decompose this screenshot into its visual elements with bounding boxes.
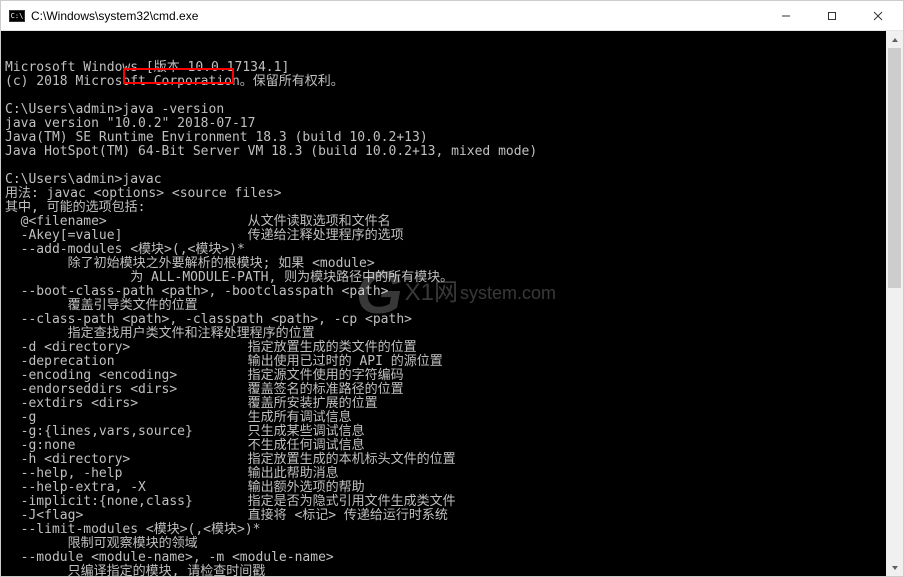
terminal-line: -J<flag> 直接将 <标记> 传递给运行时系统 — [5, 509, 882, 523]
terminal-line: Microsoft Windows [版本 10.0.17134.1] — [5, 61, 882, 75]
scroll-down-button[interactable] — [886, 559, 903, 576]
scroll-up-button[interactable] — [886, 31, 903, 48]
terminal-line: --module <module-name>, -m <module-name> — [5, 551, 882, 565]
terminal-line: -deprecation 输出使用已过时的 API 的源位置 — [5, 355, 882, 369]
terminal-line: @<filename> 从文件读取选项和文件名 — [5, 215, 882, 229]
terminal-line: 其中, 可能的选项包括: — [5, 201, 882, 215]
terminal-line: --help, -help 输出此帮助消息 — [5, 467, 882, 481]
terminal-line: 除了初始模块之外要解析的根模块; 如果 <module> — [5, 257, 882, 271]
terminal-line: 覆盖引导类文件的位置 — [5, 299, 882, 313]
terminal-output[interactable]: Microsoft Windows [版本 10.0.17134.1](c) 2… — [1, 31, 886, 576]
terminal-line: -h <directory> 指定放置生成的本机标头文件的位置 — [5, 453, 882, 467]
cmd-icon: C:\ — [9, 10, 25, 22]
terminal-line: -d <directory> 指定放置生成的类文件的位置 — [5, 341, 882, 355]
cmd-window: C:\ C:\Windows\system32\cmd.exe Microsof… — [0, 0, 904, 577]
terminal-line: -implicit:{none,class} 指定是否为隐式引用文件生成类文件 — [5, 495, 882, 509]
vertical-scrollbar[interactable] — [886, 31, 903, 576]
terminal-line: Java HotSpot(TM) 64-Bit Server VM 18.3 (… — [5, 145, 882, 159]
terminal-line: Java(TM) SE Runtime Environment 18.3 (bu… — [5, 131, 882, 145]
close-icon — [873, 11, 883, 21]
terminal-line: --class-path <path>, -classpath <path>, … — [5, 313, 882, 327]
close-button[interactable] — [855, 1, 901, 30]
terminal-line: -endorseddirs <dirs> 覆盖签名的标准路径的位置 — [5, 383, 882, 397]
titlebar[interactable]: C:\ C:\Windows\system32\cmd.exe — [1, 1, 903, 31]
terminal-line: java version "10.0.2" 2018-07-17 — [5, 117, 882, 131]
terminal-line: 为 ALL-MODULE-PATH, 则为模块路径中的所有模块。 — [5, 271, 882, 285]
window-controls — [763, 1, 901, 30]
scrollbar-thumb[interactable] — [888, 48, 901, 288]
terminal-line: --limit-modules <模块>(,<模块>)* — [5, 523, 882, 537]
terminal-line: C:\Users\admin>javac — [5, 173, 882, 187]
terminal-line: 限制可观察模块的领域 — [5, 537, 882, 551]
terminal-line: -g:{lines,vars,source} 只生成某些调试信息 — [5, 425, 882, 439]
terminal-line — [5, 89, 882, 103]
terminal-line: -g:none 不生成任何调试信息 — [5, 439, 882, 453]
terminal-line: --help-extra, -X 输出额外选项的帮助 — [5, 481, 882, 495]
terminal-line: 只编译指定的模块, 请检查时间戳 — [5, 565, 882, 576]
minimize-icon — [781, 11, 791, 21]
minimize-button[interactable] — [763, 1, 809, 30]
terminal-line: --boot-class-path <path>, -bootclasspath… — [5, 285, 882, 299]
chevron-down-icon — [891, 564, 899, 572]
terminal-line: -Akey[=value] 传递给注释处理程序的选项 — [5, 229, 882, 243]
terminal-line: -encoding <encoding> 指定源文件使用的字符编码 — [5, 369, 882, 383]
scrollbar-track[interactable] — [886, 48, 903, 559]
terminal-line: -g 生成所有调试信息 — [5, 411, 882, 425]
window-title: C:\Windows\system32\cmd.exe — [31, 9, 763, 23]
terminal-area: Microsoft Windows [版本 10.0.17134.1](c) 2… — [1, 31, 903, 576]
terminal-line: C:\Users\admin>java -version — [5, 103, 882, 117]
maximize-button[interactable] — [809, 1, 855, 30]
terminal-line: (c) 2018 Microsoft Corporation。保留所有权利。 — [5, 75, 882, 89]
maximize-icon — [827, 11, 837, 21]
terminal-line: 指定查找用户类文件和注释处理程序的位置 — [5, 327, 882, 341]
terminal-line: 用法: javac <options> <source files> — [5, 187, 882, 201]
terminal-line: -extdirs <dirs> 覆盖所安装扩展的位置 — [5, 397, 882, 411]
chevron-up-icon — [891, 36, 899, 44]
terminal-line — [5, 159, 882, 173]
terminal-line: --add-modules <模块>(,<模块>)* — [5, 243, 882, 257]
